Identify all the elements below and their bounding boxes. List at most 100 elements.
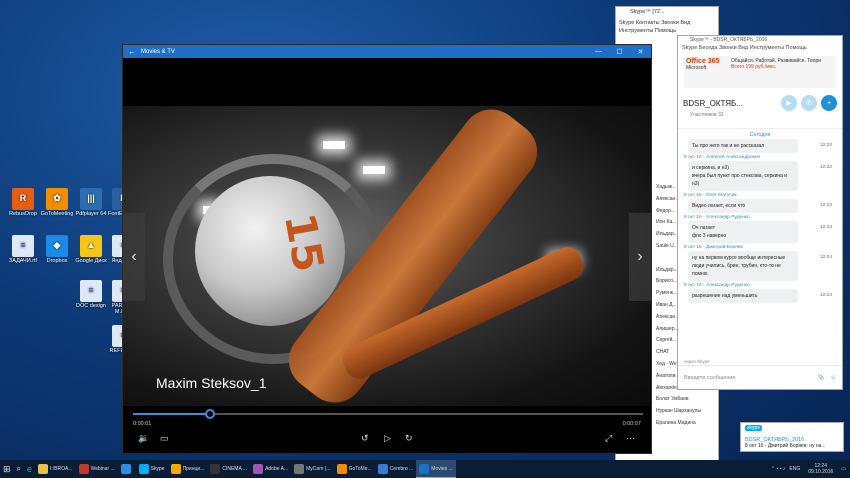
ad-price: Всего 199 руб./мес. <box>731 64 777 70</box>
chat-name[interactable]: BDSR_ОКТЯБ... <box>683 99 777 108</box>
taskbar-app-label: Cerebro ... <box>389 466 414 472</box>
skype-chat-menu[interactable]: Skype Беседа Звонки Вид Инструменты Помо… <box>678 45 842 54</box>
message-time: 12:22 <box>819 165 832 170</box>
skype-chat-title: Skype™ - BDSR_ОКТЯБРЬ_2016 <box>690 37 768 43</box>
ball-number: 15 <box>275 209 334 276</box>
message-sender: 8 окт 16 - Дмитрий Боряев <box>684 245 743 250</box>
add-participant-icon[interactable]: + <box>821 95 837 111</box>
search-icon[interactable]: ⌕ <box>14 460 24 478</box>
play-icon[interactable]: ▷ <box>384 433 391 444</box>
desktop-icon[interactable]: R RebusDrop <box>4 188 42 217</box>
message-text: ну на первом курсе вообще интересные люд… <box>692 255 786 277</box>
volume-icon[interactable]: 🔉 <box>138 433 149 444</box>
taskbar-app-label: Movies ... <box>431 465 453 472</box>
chat-header: BDSR_ОКТЯБ... ▶ ✆ + Участников 33 <box>678 90 842 118</box>
taskbar-app-button[interactable]: Принци... <box>168 460 208 478</box>
next-arrow-icon[interactable]: › <box>629 213 651 301</box>
desktop-icon-image: ≡ <box>12 235 34 257</box>
taskbar-app-icon <box>78 464 89 474</box>
message-text: Оч лагает <box>692 225 715 231</box>
message-time: 12:23 <box>819 225 832 230</box>
message-bubble[interactable]: Оч лагает фпс 3 наверно 12:23 <box>688 221 832 243</box>
desktop-icon[interactable]: ≡ ЗАДАЧИ.rtf <box>4 235 42 264</box>
edge-icon[interactable]: e <box>24 460 35 478</box>
contact-item[interactable]: Нуркан Шарханулы <box>656 406 720 418</box>
clock-date: 09.10.2016 <box>808 469 834 475</box>
taskbar-app-button[interactable]: MyCam (... <box>291 460 333 478</box>
taskbar-app-label: GoToMe... <box>348 466 372 472</box>
taskbar-app-label: Skype <box>150 466 165 472</box>
close-icon[interactable]: ✕ <box>630 48 651 56</box>
skype-contacts-menu-2[interactable]: Инструменты Помощь <box>616 27 718 35</box>
call-icon[interactable]: ✆ <box>801 95 817 111</box>
seek-thumb[interactable] <box>204 409 215 419</box>
taskbar-app-label: I:\BROA... <box>50 466 73 472</box>
emoji-icon[interactable]: ☺ <box>830 375 836 381</box>
message-bubble[interactable]: ну на первом курсе вообще интересные люд… <box>688 251 832 281</box>
time-current: 0:00:01 <box>133 421 152 427</box>
maximize-icon[interactable]: ☐ <box>609 48 630 56</box>
clock[interactable]: 12:24 09.10.2016 <box>804 463 837 475</box>
office365-ad[interactable]: Office 365 Microsoft Общайся. Работай. Ра… <box>684 56 836 88</box>
taskbar-app-label: MyCam (... <box>306 466 331 472</box>
message-bubble[interactable]: Ты про него так и не рассказал 12:22 <box>688 139 832 153</box>
tray-icons[interactable]: ⌃ ▪ ▪ ♪ <box>771 466 785 472</box>
fullscreen-icon[interactable]: ⤢ <box>605 433 612 444</box>
taskbar-app-icon <box>120 464 131 474</box>
seek-bar[interactable] <box>133 409 643 419</box>
taskbar-app-icon <box>294 464 305 474</box>
message-time: 12:22 <box>819 143 832 148</box>
compose-bar[interactable]: Введите сообщение 📎 ☺ <box>678 365 842 389</box>
taskbar-app-button[interactable]: Skype <box>136 460 168 478</box>
message-input[interactable]: Введите сообщение <box>684 375 818 381</box>
taskbar-app-button[interactable]: Adobe A... <box>250 460 291 478</box>
notif-app: skype <box>745 425 763 431</box>
time-total: 0:00:07 <box>622 421 641 427</box>
taskbar-app-button[interactable]: CINEMA ... <box>207 460 250 478</box>
taskbar: ⊞ ⌕ e I:\BROA... Webinar ... Skype Принци..… <box>0 460 850 478</box>
taskbar-app-button[interactable]: Movies ... <box>416 460 456 478</box>
start-icon[interactable]: ⊞ <box>0 460 14 478</box>
message-sender: 8 окт 16 - Александр Руденко <box>684 215 750 220</box>
contact-item[interactable]: Ералина Мадина <box>656 418 720 430</box>
message-text: Видео лагает, если что <box>692 203 746 209</box>
taskbar-app-button[interactable] <box>118 460 136 478</box>
video-call-icon[interactable]: ▶ <box>781 95 797 111</box>
video-frame[interactable]: 15 <box>123 106 651 406</box>
notifications-icon[interactable]: ▭ <box>837 466 850 472</box>
taskbar-app-button[interactable]: I:\BROA... <box>35 460 76 478</box>
skip-back-icon[interactable]: ↺ <box>361 433 369 444</box>
participants-count: Участников 33 <box>690 112 724 118</box>
skype-notification[interactable]: skype BDSR_ОКТЯБРЬ_2016 8 окт 16 - Дмитр… <box>740 422 844 452</box>
movies-tv-window[interactable]: ← Movies & TV — ☐ ✕ 15 ‹ › Maxim Steksov… <box>122 44 652 454</box>
message-time: 12:24 <box>819 255 832 260</box>
message-text: вчера был пункт про стексова, серкина и … <box>692 173 788 187</box>
back-arrow-icon[interactable]: ← <box>123 47 141 56</box>
taskbar-app-button[interactable]: Webinar ... <box>76 460 118 478</box>
taskbar-app-button[interactable]: Cerebro ... <box>375 460 417 478</box>
previous-arrow-icon[interactable]: ‹ <box>123 213 145 301</box>
desktop-icon-image: ▲ <box>80 235 102 257</box>
system-tray: ⌃ ▪ ▪ ♪ ENG 12:24 09.10.2016 ▭ <box>771 463 850 475</box>
desktop-icon-label: ЗАДАЧИ.rtf <box>8 258 38 264</box>
contact-item[interactable]: Болат Умбаев <box>656 394 720 406</box>
skip-forward-icon[interactable]: ↻ <box>405 433 413 444</box>
message-bubble[interactable]: и серкина, и н3) вчера был пункт про стек… <box>688 161 832 191</box>
desktop-icon-image: R <box>12 188 34 210</box>
desktop-icon[interactable]: ◆ Dropbox <box>38 235 76 264</box>
notif-text: 8 окт 16 - Дмитрий Боряев: ну на... <box>745 443 826 449</box>
taskbar-app-button[interactable]: GoToMe... <box>334 460 375 478</box>
taskbar-app-icon <box>253 464 264 474</box>
message-bubble[interactable]: Видео лагает, если что 12:23 <box>688 199 832 213</box>
attach-icon[interactable]: 📎 <box>818 375 825 381</box>
minimize-icon[interactable]: — <box>588 48 609 55</box>
message-bubble[interactable]: разрешение над уменьшить 12:24 <box>688 289 832 303</box>
language-indicator[interactable]: ENG <box>789 466 800 472</box>
subtitles-icon[interactable]: ▭ <box>160 433 169 444</box>
skype-chat-window[interactable]: Skype™ - BDSR_ОКТЯБРЬ_2016 Skype Беседа … <box>677 35 843 390</box>
more-icon[interactable]: ⋯ <box>626 433 635 444</box>
desktop-icon-image: ◆ <box>46 235 68 257</box>
desktop-icon[interactable]: ✿ GoToMeeting <box>38 188 76 217</box>
taskbar-app-icon <box>210 464 221 474</box>
skype-contacts-menu[interactable]: Skype Контакты Звонки Вид <box>616 19 718 27</box>
